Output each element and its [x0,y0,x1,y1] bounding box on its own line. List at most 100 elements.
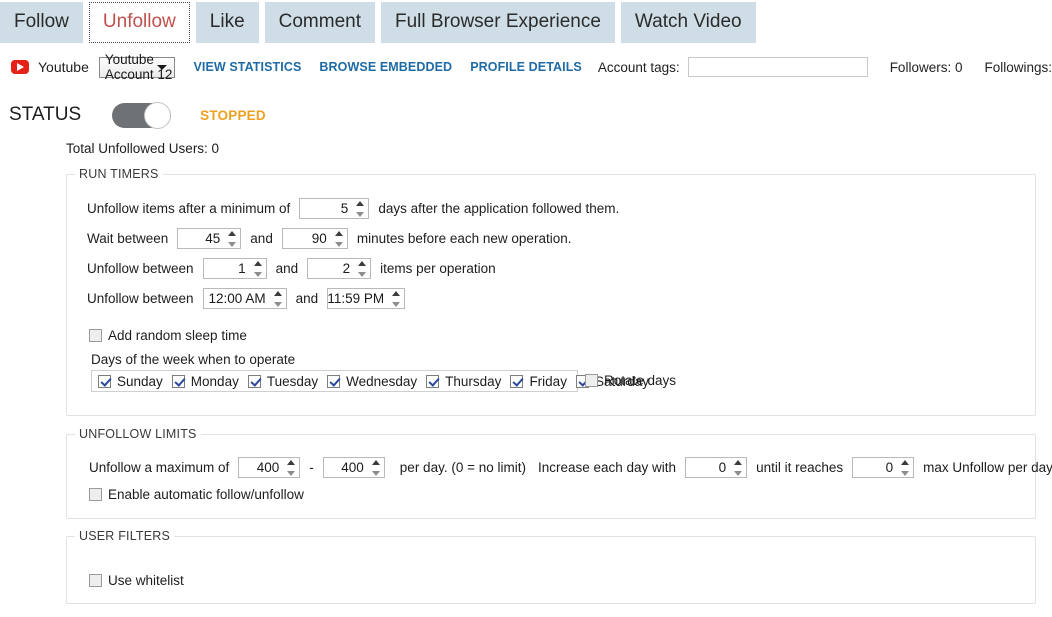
until-it-reaches-label: until it reaches [756,460,844,475]
checkbox-box [89,488,102,501]
unfollow-max-mid: per day. (0 = no limit) [399,460,526,475]
tab-follow[interactable]: Follow [0,2,83,43]
time-between-row: Unfollow between 12:00 AM and 11:59 PM [87,288,414,309]
time-from-stepper[interactable]: 12:00 AM [202,288,287,309]
status-toggle-knob [144,101,172,129]
until-it-reaches-value: 0 [885,460,894,475]
wait-between-to-value: 90 [311,231,327,246]
use-whitelist-label: Use whitelist [108,573,184,588]
checkbox-box [510,374,524,388]
tab-unfollow[interactable]: Unfollow [88,2,190,43]
day-label-friday: Friday [529,373,567,389]
browse-embedded-link[interactable]: BROWSE EMBEDDED [319,60,452,74]
youtube-icon [11,60,29,74]
rotate-days-row: Rotate days [585,373,676,388]
items-between-suffix: items per operation [380,261,496,276]
time-to-value: 11:59 PM [327,291,385,306]
increase-each-day-stepper[interactable]: 0 [685,457,748,478]
status-toggle[interactable] [112,101,172,129]
items-between-and: and [275,261,299,276]
add-random-sleep-checkbox[interactable]: Add random sleep time [89,328,247,343]
unfollow-max-suffix: max Unfollow per day. [923,460,1052,475]
unfollow-max-to-value: 400 [341,460,364,475]
wait-between-to-stepper[interactable]: 90 [281,228,348,249]
day-checkbox-tuesday[interactable]: Tuesday [247,374,318,389]
items-between-to-value: 2 [342,261,351,276]
time-to-stepper[interactable]: 11:59 PM [327,288,406,309]
tab-comment[interactable]: Comment [264,2,375,43]
unfollow-max-from-stepper[interactable]: 400 [238,457,301,478]
checkbox-box [426,374,440,388]
time-from-value: 12:00 AM [208,291,266,306]
tab-watch-video[interactable]: Watch Video [620,2,756,43]
enable-auto-follow-checkbox[interactable]: Enable automatic follow/unfollow [89,487,304,502]
day-checkbox-thursday[interactable]: Thursday [426,374,501,389]
wait-between-suffix: minutes before each new operation. [356,231,572,246]
unfollow-max-from-value: 400 [256,460,280,475]
enable-auto-follow-label: Enable automatic follow/unfollow [108,487,304,502]
wait-between-prefix: Wait between [87,231,169,246]
items-between-from-stepper[interactable]: 1 [202,258,267,279]
wait-between-row: Wait between 45 and 90 minutes before ea… [87,228,571,249]
platform-label: Youtube [38,59,89,75]
rotate-days-checkbox[interactable]: Rotate days [585,373,676,388]
checkbox-box [89,329,102,342]
account-select[interactable]: Youtube Account 12 [98,52,176,82]
rotate-days-label: Rotate days [604,373,677,388]
wait-between-and: and [250,231,273,246]
checkbox-box [327,374,341,388]
add-random-sleep-row: Add random sleep time [89,328,247,343]
user-filters-section: USER FILTERS Use whitelist [66,529,1036,604]
wait-between-to-arrows[interactable] [334,230,344,247]
day-checkbox-sunday[interactable]: Sunday [98,374,163,389]
tab-like[interactable]: Like [195,2,259,43]
time-between-prefix: Unfollow between [87,291,194,306]
chevron-down-icon [157,65,168,70]
wait-between-from-stepper[interactable]: 45 [177,228,242,249]
main-tab-bar: Follow Unfollow Like Comment Full Browse… [0,0,1052,45]
status-row: STATUS STOPPED [0,97,1052,133]
checkbox-box [171,374,185,388]
account-toolbar: Youtube Youtube Account 12 VIEW STATISTI… [0,52,1052,82]
day-checkbox-friday[interactable]: Friday [510,374,567,389]
min-days-prefix: Unfollow items after a minimum of [87,201,291,216]
min-days-suffix: days after the application followed them… [378,201,620,216]
run-timers-section: RUN TIMERS Unfollow items after a minimu… [66,167,1036,416]
day-checkbox-monday[interactable]: Monday [171,373,239,389]
min-days-stepper[interactable]: 5 [299,198,370,219]
view-statistics-link[interactable]: VIEW STATISTICS [193,60,301,74]
day-checkbox-wednesday[interactable]: Wednesday [327,374,417,389]
until-it-reaches-arrows[interactable] [900,459,910,476]
unfollow-max-row: Unfollow a maximum of 400 - 400 per day.… [89,457,1052,478]
items-between-from-arrows[interactable] [253,260,263,277]
until-it-reaches-stepper[interactable]: 0 [852,457,915,478]
unfollow-max-to-stepper[interactable]: 400 [322,457,385,478]
checkbox-box [89,574,102,587]
items-between-to-arrows[interactable] [357,260,367,277]
checkbox-box [98,374,111,388]
unfollow-max-from-arrows[interactable] [286,459,296,476]
items-between-prefix: Unfollow between [87,261,194,276]
account-tags-label: Account tags: [597,59,680,75]
account-tags-input[interactable] [687,57,868,77]
time-from-arrows[interactable] [273,290,283,307]
profile-details-link[interactable]: PROFILE DETAILS [470,60,582,74]
use-whitelist-checkbox[interactable]: Use whitelist [89,573,184,588]
unfollow-max-prefix: Unfollow a maximum of [89,460,230,475]
increase-each-day-label: Increase each day with [537,460,677,475]
time-to-arrows[interactable] [391,290,401,307]
day-label-monday: Monday [190,373,239,389]
tab-full-browser-experience[interactable]: Full Browser Experience [381,2,615,43]
run-timers-legend: RUN TIMERS [75,167,163,181]
increase-each-day-arrows[interactable] [733,459,743,476]
min-days-stepper-arrows[interactable] [355,200,365,217]
wait-between-from-arrows[interactable] [227,230,237,247]
items-between-to-stepper[interactable]: 2 [307,258,372,279]
status-badge: STOPPED [200,107,266,123]
day-label-sunday: Sunday [117,373,163,389]
use-whitelist-row: Use whitelist [89,573,184,588]
unfollow-max-to-arrows[interactable] [371,459,381,476]
auto-follow-row: Enable automatic follow/unfollow [89,487,304,502]
day-label-wednesday: Wednesday [346,373,418,389]
min-days-value: 5 [340,201,349,216]
